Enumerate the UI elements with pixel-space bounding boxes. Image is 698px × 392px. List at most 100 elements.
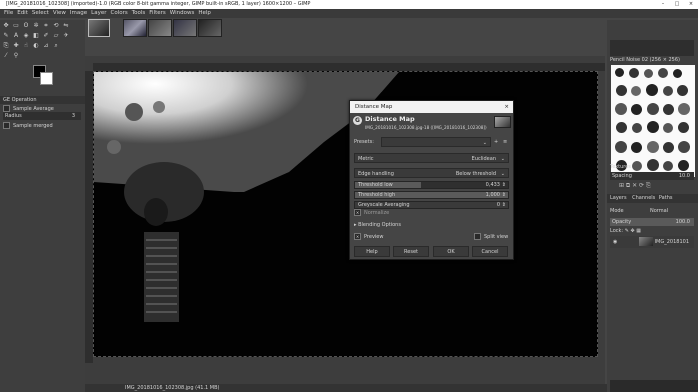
metric-combo[interactable]: Metric Euclidean ⌄ (354, 153, 509, 163)
preset-menu-icon[interactable]: ≡ (503, 137, 507, 147)
eraser-icon[interactable]: ▱ (52, 32, 60, 40)
vertical-ruler (85, 71, 93, 363)
sample-merged-option[interactable]: Sample merged (3, 122, 53, 129)
help-button[interactable]: Help (354, 246, 390, 257)
menu-filters[interactable]: Filters (149, 10, 166, 16)
normalize-option[interactable]: × Normalize (354, 208, 509, 218)
dialog-title-bar: Distance Map × (350, 101, 513, 113)
expander-icon: ▸ (354, 222, 357, 228)
mode-select[interactable]: Normal (650, 207, 668, 215)
layer-row[interactable]: ◉ IMG_2018101 (610, 236, 694, 248)
menu-help[interactable]: Help (198, 10, 211, 16)
fuzzy-select-icon[interactable]: ✲ (32, 22, 40, 30)
menu-image[interactable]: Image (70, 10, 87, 16)
paths-icon[interactable]: ✎ (2, 32, 10, 40)
lock-position-icon[interactable]: ✥ (630, 228, 634, 234)
preview-checkbox[interactable]: × (354, 233, 361, 240)
text-icon[interactable]: A (12, 32, 20, 40)
menu-windows[interactable]: Windows (170, 10, 195, 16)
menu-layer[interactable]: Layer (91, 10, 106, 16)
tab-layers[interactable]: Layers (610, 195, 627, 201)
brush-filter[interactable] (610, 40, 694, 56)
status-bar: IMG_20181016_102308.jpg (41.1 MB) (85, 384, 610, 392)
presets-combo[interactable]: ⌄ (381, 137, 491, 147)
presets-row: Presets: ⌄ + ≡ (354, 137, 508, 147)
lasso-icon[interactable]: ʘ (22, 22, 30, 30)
menu-colors[interactable]: Colors (110, 10, 127, 16)
preview-label: Preview (364, 234, 384, 240)
brush-name: Pencil Noise 02 (256 × 256) (610, 57, 680, 63)
layer-thumbnail (638, 237, 653, 246)
clone-icon[interactable]: ⎘ (2, 42, 10, 50)
zoom-tool-icon[interactable]: ⌕ (52, 42, 60, 50)
minimize-icon[interactable]: – (656, 0, 670, 9)
threshold-low-slider[interactable]: Threshold low 0,433 ⇕ (354, 181, 509, 189)
reset-button[interactable]: Reset (393, 246, 429, 257)
menu-tools[interactable]: Tools (132, 10, 146, 16)
spin-arrows-icon[interactable]: ⇕ (502, 182, 506, 189)
image-tab-5[interactable] (198, 19, 222, 37)
sample-merged-checkbox[interactable] (3, 122, 10, 129)
split-view-option[interactable]: Split view (474, 232, 508, 242)
distance-map-image (94, 72, 399, 322)
lock-pixels-icon[interactable]: ✎ (625, 228, 629, 234)
image-tab-3[interactable] (148, 19, 172, 37)
sample-average-option[interactable]: Sample Average (3, 105, 54, 112)
gradient-icon[interactable]: ◧ (32, 32, 40, 40)
lock-alpha-icon[interactable]: ▦ (636, 228, 641, 234)
airbrush-icon[interactable]: ✈ (62, 32, 70, 40)
menu-view[interactable]: View (53, 10, 66, 16)
ok-button[interactable]: OK (433, 246, 469, 257)
radius-field[interactable]: Radius 3 (3, 112, 81, 120)
visibility-eye-icon[interactable]: ◉ (613, 239, 617, 245)
mode-row[interactable]: Mode Normal (610, 207, 694, 215)
opacity-field[interactable]: Opacity 100.0 (610, 218, 694, 226)
window-title: [IMG_20181016_102308] (imported)-1.0 (RG… (6, 1, 311, 7)
spin-arrows-icon[interactable]: ⇕ (502, 192, 506, 199)
color-picker-icon[interactable]: ⁄ (2, 52, 10, 60)
cancel-button[interactable]: Cancel (472, 246, 508, 257)
normalize-checkbox[interactable]: × (354, 209, 361, 216)
flip-icon[interactable]: ⇋ (62, 22, 70, 30)
background-color-swatch[interactable] (40, 72, 53, 85)
measure-icon[interactable]: ⊿ (42, 42, 50, 50)
add-preset-icon[interactable]: + (494, 137, 498, 147)
crop-icon[interactable]: ⌗ (42, 22, 50, 30)
split-view-checkbox[interactable] (474, 233, 481, 240)
threshold-high-slider[interactable]: Threshold high 1,000 ⇕ (354, 191, 509, 199)
menu-edit[interactable]: Edit (17, 10, 28, 16)
chevron-down-icon: ⌄ (500, 171, 505, 177)
transform-icon[interactable]: ⟲ (52, 22, 60, 30)
smudge-icon[interactable]: ☝ (22, 42, 30, 50)
image-tab-2[interactable] (123, 19, 147, 37)
close-icon[interactable]: × (684, 0, 698, 9)
gegl-logo-icon: G (353, 116, 362, 125)
dialog-close-icon[interactable]: × (504, 101, 509, 113)
image-tab-1[interactable] (88, 19, 110, 37)
menu-select[interactable]: Select (32, 10, 49, 16)
brushes-grid[interactable] (611, 65, 695, 177)
edge-handling-combo[interactable]: Edge handling Below threshold ⌄ (354, 168, 509, 178)
maximize-icon[interactable]: □ (670, 0, 684, 9)
dialog-title: Distance Map (355, 104, 393, 110)
brush-actions[interactable]: ⊞ ⧉ ✕ ⟳ ⎘ (619, 182, 651, 190)
bucket-icon[interactable]: ◈ (22, 32, 30, 40)
tab-paths[interactable]: Paths (659, 195, 673, 201)
paintbrush-icon[interactable]: ✐ (42, 32, 50, 40)
move-tool-icon[interactable]: ✥ (2, 22, 10, 30)
chevron-down-icon: ⌄ (482, 140, 487, 146)
spacing-field[interactable]: Spacing 10.0 (610, 172, 694, 180)
blending-options-expander[interactable]: ▸ Blending Options (354, 220, 509, 230)
search-icon[interactable]: ⚲ (12, 52, 20, 60)
chevron-down-icon: ⌄ (500, 156, 505, 162)
image-tab-4[interactable] (173, 19, 197, 37)
distance-map-dialog: Distance Map × G Distance Map IMG_201810… (349, 100, 514, 260)
menu-file[interactable]: File (4, 10, 13, 16)
dodge-icon[interactable]: ◐ (32, 42, 40, 50)
sample-average-checkbox[interactable] (3, 105, 10, 112)
image-canvas[interactable] (93, 71, 598, 357)
rect-select-icon[interactable]: ▭ (12, 22, 20, 30)
heal-icon[interactable]: ✚ (12, 42, 20, 50)
tab-channels[interactable]: Channels (632, 195, 655, 201)
layers-tabs: Layers Channels Paths (607, 194, 698, 203)
